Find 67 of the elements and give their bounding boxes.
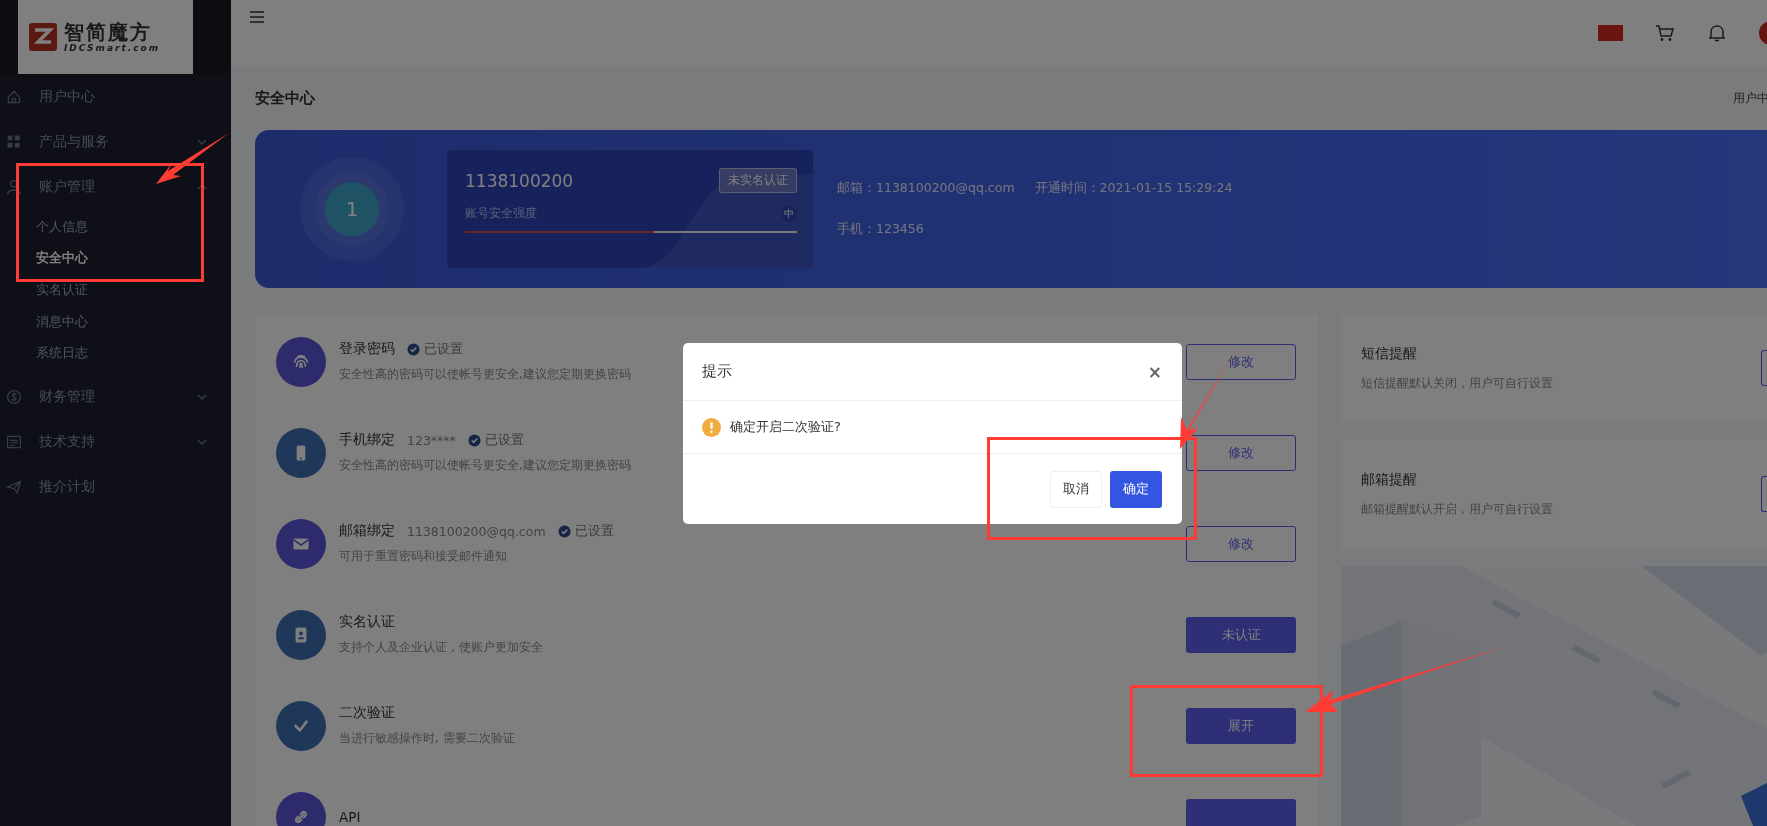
warning-icon	[702, 417, 721, 437]
item-button[interactable]: 修改	[1186, 525, 1296, 562]
security-score: 1	[325, 182, 379, 236]
strength-label: 账号安全强度	[465, 205, 537, 222]
item-button[interactable]: 修改	[1186, 434, 1296, 471]
item-title: API	[339, 808, 361, 825]
chevron-icon	[197, 392, 207, 403]
id-card-icon	[276, 609, 326, 660]
chevron-icon	[197, 437, 207, 448]
opened-info: 开通时间：2021-01-15 15:29:24	[1034, 180, 1233, 197]
sidebar-item[interactable]: 推介计划	[0, 464, 231, 510]
item-title: 手机绑定	[339, 431, 395, 449]
item-button[interactable]: 未认证	[1186, 616, 1296, 653]
sidebar-item[interactable]: 技术支持	[0, 419, 231, 465]
item-title: 二次验证	[339, 704, 395, 722]
fingerprint-icon	[276, 336, 326, 387]
item-button[interactable]	[1186, 798, 1296, 826]
sidebar-subitem[interactable]: 系统日志	[36, 337, 231, 369]
phone-icon	[276, 427, 326, 478]
reminder-title: 短信提醒	[1361, 344, 1418, 363]
sidebar-item[interactable]: 财务管理	[0, 374, 231, 420]
dialog-title: 提示	[702, 362, 732, 381]
mail-icon	[276, 518, 326, 569]
item-status: 已设置	[557, 522, 614, 540]
dollar-icon	[6, 389, 22, 406]
item-button[interactable]: 展开	[1186, 707, 1296, 744]
menu-icon[interactable]	[250, 11, 264, 23]
check-circle-icon	[407, 342, 420, 356]
item-detail: 1138100200@qq.com	[407, 523, 546, 539]
email-info: 邮箱：1138100200@qq.com	[837, 180, 1015, 197]
item-title: 邮箱绑定	[339, 522, 395, 540]
confirm-button[interactable]: 确定	[1110, 470, 1162, 508]
logo-domain: IDCSmart.com	[64, 43, 161, 53]
dialog-message: 确定开启二次验证?	[730, 418, 841, 436]
check-circle-icon	[557, 524, 571, 538]
home-icon	[6, 88, 22, 105]
document-icon	[6, 434, 22, 451]
breadcrumb[interactable]: 用户中	[1733, 89, 1767, 107]
sidebar-subitem[interactable]: 安全中心	[36, 242, 231, 275]
chevron-icon	[197, 136, 207, 147]
account-id: 1138100200	[465, 170, 574, 191]
cancel-button[interactable]: 取消	[1050, 470, 1102, 508]
logo-icon	[28, 22, 58, 52]
item-status: 已设置	[407, 340, 463, 358]
item-status: 已设置	[467, 431, 524, 449]
item-button[interactable]: 修改	[1186, 343, 1296, 380]
phone-info: 手机：123456	[837, 221, 925, 238]
item-detail: 123****	[407, 432, 456, 448]
user-icon	[6, 178, 22, 195]
page-title: 安全中心	[255, 88, 315, 108]
item-title: 登录密码	[339, 340, 395, 358]
bell-icon[interactable]	[1707, 23, 1727, 43]
grid-icon	[6, 133, 22, 150]
sidebar-subitem[interactable]: 消息中心	[36, 305, 231, 338]
check-circle-icon	[467, 433, 481, 447]
verification-badge: 未实名认证	[719, 168, 797, 193]
item-title: 实名认证	[339, 613, 395, 631]
strength-mark: 中	[781, 205, 797, 222]
paper-plane-icon	[6, 479, 22, 496]
sidebar-subitem[interactable]: 实名认证	[36, 274, 231, 306]
sidebar-item[interactable]: 用户中心	[0, 74, 231, 119]
sidebar-subitem[interactable]: 个人信息	[36, 211, 231, 243]
close-button[interactable]: ×	[1145, 361, 1164, 382]
logo-name: 智简魔方	[64, 21, 153, 43]
check-icon	[276, 700, 326, 751]
reminder-title: 邮箱提醒	[1361, 470, 1418, 489]
cart-icon[interactable]	[1655, 23, 1675, 43]
